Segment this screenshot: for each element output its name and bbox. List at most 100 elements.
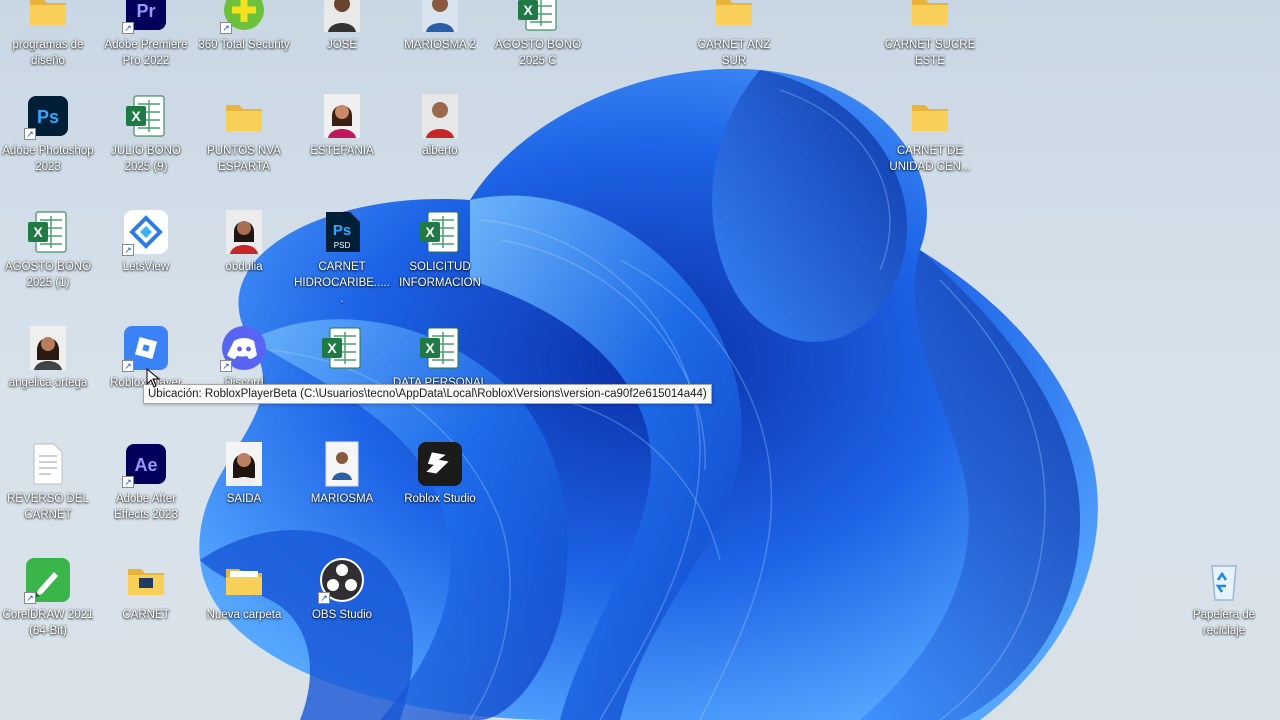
icon-label: CARNET HIDROCARIBE...... <box>294 261 390 305</box>
desktop-icon-angelica-ortega[interactable]: angelica ortega <box>0 324 96 436</box>
roblox-icon: ↗ <box>122 324 170 372</box>
svg-text:Pr: Pr <box>136 1 155 21</box>
coreldraw-icon: ↗ <box>24 556 72 604</box>
desktop-icon-roblox-studio[interactable]: Roblox Studio <box>392 440 488 552</box>
desktop-icon-discord[interactable]: ↗ Discord <box>196 324 292 436</box>
shortcut-arrow-icon: ↗ <box>24 128 36 140</box>
excel-icon: X <box>416 208 464 256</box>
icon-label: Roblox Studio <box>404 493 476 505</box>
folder-icon <box>24 0 72 34</box>
desktop-icon-carnet[interactable]: CARNET <box>98 556 194 668</box>
svg-text:Ps: Ps <box>333 222 351 239</box>
svg-text:X: X <box>425 224 435 240</box>
icon-label: MARIOSMA 2 <box>404 39 476 51</box>
shortcut-arrow-icon: ↗ <box>24 592 36 604</box>
document-icon <box>24 440 72 488</box>
desktop-icon-julio-bono[interactable]: X JULIO BONO 2025 (9) <box>98 92 194 204</box>
icon-label: Adobe After Effects 2023 <box>114 493 178 521</box>
desktop-icon-carnet-hidrocaribe[interactable]: Ps PSD CARNET HIDROCARIBE...... <box>294 208 390 320</box>
desktop-icon-solicitud-informacion[interactable]: X SOLICITUD INFORMACION <box>392 208 488 320</box>
shortcut-arrow-icon: ↗ <box>122 244 134 256</box>
desktop-icon-obs-studio[interactable]: ↗ OBS Studio <box>294 556 390 668</box>
icon-label: Adobe Photoshop 2023 <box>2 145 94 173</box>
svg-text:Ps: Ps <box>37 107 59 127</box>
photoshop-icon: Ps ↗ <box>24 92 72 140</box>
shortcut-arrow-icon: ↗ <box>122 476 134 488</box>
icon-label: CARNET SUCRE ESTE <box>884 39 976 67</box>
premiere-icon: Pr ↗ <box>122 0 170 34</box>
icon-label: AGOSTO BONO 2025 C <box>494 39 582 67</box>
desktop-icon-coreldraw-2021[interactable]: ↗ CorelDRAW 2021 (64-Bit) <box>0 556 96 668</box>
desktop-icon-mariosma-2[interactable]: MARIOSMA 2 <box>392 0 488 98</box>
icon-label: CARNET ANZ SUR <box>697 39 771 67</box>
excel-icon: X <box>318 324 366 372</box>
icon-label: CARNET <box>122 609 170 621</box>
photo-icon <box>318 440 366 488</box>
icon-label: Adobe Premiere Pro 2022 <box>104 39 188 67</box>
svg-text:X: X <box>327 340 337 356</box>
icon-label: Nueva carpeta <box>206 609 282 621</box>
photo-icon <box>318 92 366 140</box>
desktop-icon-nueva-carpeta[interactable]: Nueva carpeta <box>196 556 292 668</box>
excel-icon: X <box>122 92 170 140</box>
svg-text:Ae: Ae <box>134 455 157 475</box>
icon-label: programas de diseño <box>12 39 84 67</box>
icon-label: CorelDRAW 2021 (64-Bit) <box>2 609 94 637</box>
icon-label: CARNET DE UNIDAD CEN... <box>889 145 971 173</box>
icon-label: angelica ortega <box>8 377 88 389</box>
desktop-icon-letsview[interactable]: ↗ LetsView <box>98 208 194 320</box>
desktop-icon-puntos-nva-esparta[interactable]: PUNTOS NVA ESPARTA <box>196 92 292 204</box>
desktop-icon-data-personal[interactable]: X DATA PERSONAL <box>392 324 488 436</box>
icon-label: Papelera de reciclaje <box>1192 609 1256 637</box>
icon-label: JULIO BONO 2025 (9) <box>111 145 181 173</box>
excel-icon: X <box>24 208 72 256</box>
desktop-icon-alberto[interactable]: alberto <box>392 92 488 204</box>
desktop-icon-mariosma[interactable]: MARIOSMA <box>294 440 390 552</box>
photo-icon <box>416 92 464 140</box>
desktop-icon-reverso-del-carnet[interactable]: REVERSO DEL CARNET <box>0 440 96 552</box>
folder-icon <box>906 92 954 140</box>
icon-label: MARIOSMA <box>310 493 374 505</box>
photo-icon <box>24 324 72 372</box>
roblox-studio-icon <box>416 440 464 488</box>
desktop-icon-adobe-photoshop[interactable]: Ps ↗ Adobe Photoshop 2023 <box>0 92 96 204</box>
icon-label: 360 Total Security <box>198 39 290 51</box>
excel-icon: X <box>514 0 562 34</box>
psd-icon: Ps PSD <box>318 208 366 256</box>
desktop-icon-obdulia[interactable]: obdulia <box>196 208 292 320</box>
desktop-icon-programas-de-diseno[interactable]: programas de diseño <box>0 0 96 98</box>
discord-icon: ↗ <box>220 324 268 372</box>
desktop-icon-adobe-after-effects[interactable]: Ae ↗ Adobe After Effects 2023 <box>98 440 194 552</box>
desktop-icon-adobe-premiere[interactable]: Pr ↗ Adobe Premiere Pro 2022 <box>98 0 194 98</box>
desktop-icon-carnet-anz-sur[interactable]: CARNET ANZ SUR <box>686 0 782 98</box>
folder-icon <box>220 556 268 604</box>
shortcut-arrow-icon: ↗ <box>220 360 232 372</box>
desktop-icon-agosto-bono-2025-1[interactable]: X AGOSTO BONO 2025 (1) <box>0 208 96 320</box>
location-tooltip: Ubicación: RobloxPlayerBeta (C:\Usuarios… <box>143 384 712 404</box>
desktop-icon-estefania[interactable]: ESTEFANIA <box>294 92 390 204</box>
icon-label: REVERSO DEL CARNET <box>7 493 89 521</box>
desktop-icon-jose[interactable]: JOSE <box>294 0 390 98</box>
icon-label: obdulia <box>225 261 263 273</box>
icon-label: LetsView <box>122 261 170 273</box>
svg-text:X: X <box>131 108 141 124</box>
svg-text:X: X <box>33 224 43 240</box>
shortcut-arrow-icon: ↗ <box>318 592 330 604</box>
icon-label: alberto <box>422 145 458 157</box>
icon-label: PUNTOS NVA ESPARTA <box>207 145 281 173</box>
letsview-icon: ↗ <box>122 208 170 256</box>
obs-icon: ↗ <box>318 556 366 604</box>
desktop-icon-saida[interactable]: SAIDA <box>196 440 292 552</box>
desktop-icon-agosto-bono-2025-c[interactable]: X AGOSTO BONO 2025 C <box>490 0 586 98</box>
folder-icon <box>220 92 268 140</box>
desktop-icon-papelera-de-reciclaje[interactable]: Papelera de reciclaje <box>1176 556 1272 668</box>
icon-label: JOSE <box>326 39 358 51</box>
desktop-icon-carnet-sucre-este[interactable]: CARNET SUCRE ESTE <box>882 0 978 98</box>
desktop-icon-360-total-security[interactable]: ↗ 360 Total Security <box>196 0 292 98</box>
folder-icon <box>122 556 170 604</box>
recycle-bin-icon <box>1200 556 1248 604</box>
svg-text:X: X <box>523 2 533 18</box>
desktop-icon-carnet-de-unidad[interactable]: CARNET DE UNIDAD CEN... <box>882 92 978 204</box>
photo-icon <box>416 0 464 34</box>
desktop-icon-excel-file[interactable]: X <box>294 324 390 436</box>
